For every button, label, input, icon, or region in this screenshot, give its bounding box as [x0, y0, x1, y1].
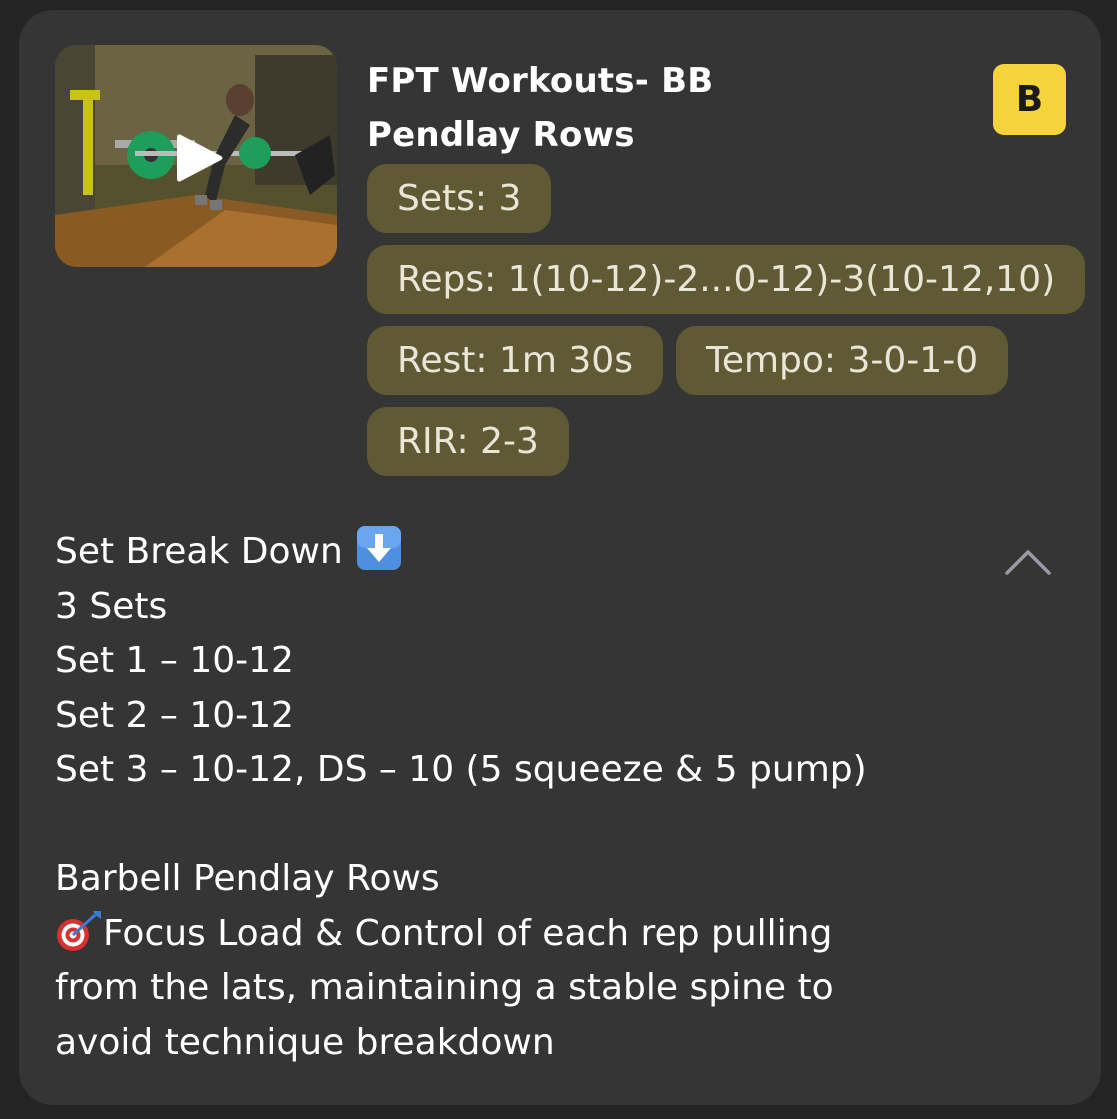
notes-line: Set 3 – 10-12, DS – 10 (5 squeeze & 5 pu…: [55, 749, 867, 790]
notes-spacer: [55, 798, 1005, 853]
exercise-params: Sets: 3 Reps: 1(10-12)-2...0-12)-3(10-12…: [367, 164, 1087, 488]
direct-hit-emoji-icon: [57, 910, 101, 951]
title-line-1: FPT Workouts- BB: [367, 61, 714, 101]
tempo-chip: Tempo: 3-0-1-0: [675, 326, 1009, 395]
chevron-up-icon[interactable]: [1004, 546, 1052, 576]
focus-line: Focus Load & Control of each rep pulling: [55, 907, 1005, 962]
notes-line: Set 1 – 10-12: [55, 640, 294, 681]
exercise-card: FPT Workouts- BB Pendlay Rows B Sets: 3 …: [19, 10, 1101, 1105]
exercise-title: FPT Workouts- BB Pendlay Rows: [367, 54, 927, 162]
video-thumbnail[interactable]: [55, 45, 337, 267]
reps-chip: Reps: 1(10-12)-2...0-12)-3(10-12,10): [367, 245, 1086, 314]
notes-heading-line: Set Break Down: [55, 525, 1005, 580]
notes-heading: Set Break Down: [55, 531, 343, 572]
exercise-notes: Set Break Down 3 Sets Set 1 – 10-12 Set …: [55, 525, 1005, 1070]
focus-text: Focus Load & Control of each rep pulling: [103, 912, 833, 954]
rest-chip: Rest: 1m 30s: [367, 326, 663, 395]
exercise-name-line: Barbell Pendlay Rows: [55, 858, 440, 899]
rir-chip: RIR: 2-3: [367, 407, 569, 476]
focus-line: from the lats, maintaining a stable spin…: [55, 967, 834, 1008]
sets-chip: Sets: 3: [367, 164, 552, 233]
notes-line: Set 2 – 10-12: [55, 694, 294, 736]
title-line-2: Pendlay Rows: [367, 115, 635, 155]
down-arrow-emoji-icon: [357, 526, 402, 570]
play-icon[interactable]: [175, 131, 225, 185]
focus-line: avoid technique breakdown: [55, 1021, 555, 1063]
notes-line: 3 Sets: [55, 585, 168, 627]
superset-badge: B: [993, 64, 1066, 135]
